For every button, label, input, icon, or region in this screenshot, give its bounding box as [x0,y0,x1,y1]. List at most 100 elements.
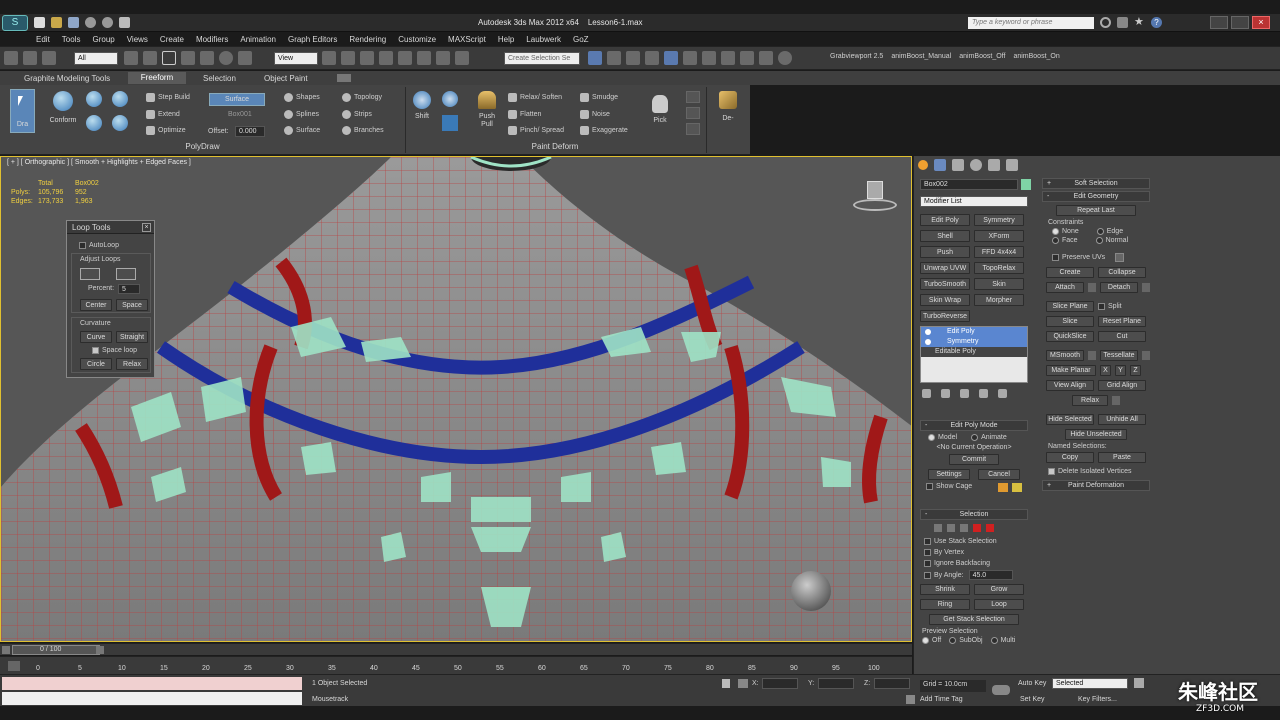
add-time-tag-button[interactable]: Add Time Tag [920,696,986,703]
menu-laubwerk[interactable]: Laubwerk [520,35,567,44]
menu-rendering[interactable]: Rendering [343,35,392,44]
edit-named-selection-icon[interactable] [455,51,469,65]
adjust-loops-icon-right[interactable] [116,268,136,280]
select-by-name-icon[interactable] [143,51,157,65]
preserve-uvs-checkbox[interactable]: Preserve UVs [1052,254,1105,261]
attach-settings-icon[interactable] [1088,283,1096,292]
show-end-result-icon[interactable] [941,389,950,398]
copy-button[interactable]: Copy [1046,452,1094,463]
ignore-backfacing-checkbox[interactable]: Ignore Backfacing [924,560,1028,567]
use-stack-selection-checkbox[interactable]: Use Stack Selection [924,538,1028,545]
viewport-label[interactable]: [ + ] [ Orthographic ] [ Smooth + Highli… [7,159,191,166]
modifier-turboreverse-button[interactable]: TurboReverse [920,310,970,322]
surface-button[interactable]: Surface [284,126,320,135]
menu-create[interactable]: Create [154,35,190,44]
select-manipulate-icon[interactable] [341,51,355,65]
polydraw-group-label[interactable]: PolyDraw [0,142,405,151]
constraint-normal-radio[interactable]: Normal [1095,237,1128,244]
polydraw-shape-icon-4[interactable] [112,115,128,131]
straight-button[interactable]: Straight [116,331,148,343]
menu-modifiers[interactable]: Modifiers [190,35,234,44]
save-file-icon[interactable] [68,17,79,28]
by-vertex-checkbox[interactable]: By Vertex [924,549,1028,556]
edit-poly-mode-rollout[interactable]: - Edit Poly Mode [920,420,1028,431]
revert-icon-3[interactable] [686,123,700,135]
cancel-button[interactable]: Cancel [978,469,1020,480]
planar-y-button[interactable]: Y [1115,365,1126,376]
modifier-unwrap-uvw-button[interactable]: Unwrap UVW [920,262,970,274]
relax-soften-button[interactable]: Relax/ Soften [508,93,562,102]
constraint-none-radio[interactable]: None [1052,228,1079,235]
tab-freeform[interactable]: Freeform [128,72,186,84]
tessellate-settings-icon[interactable] [1142,351,1150,360]
unlink-icon[interactable] [23,51,37,65]
menu-help[interactable]: Help [492,35,520,44]
hide-selected-button[interactable]: Hide Selected [1046,414,1094,425]
settings-button[interactable]: Settings [928,469,970,480]
render-production-icon[interactable] [759,51,773,65]
model-radio[interactable]: Model [928,434,957,441]
get-stack-selection-button[interactable]: Get Stack Selection [929,614,1019,625]
curve-editor-icon[interactable] [664,51,678,65]
edit-geometry-rollout[interactable]: - Edit Geometry [1042,191,1150,202]
relax-settings-icon[interactable] [1112,396,1120,405]
set-key-button[interactable]: Set Key [1020,696,1045,703]
remove-modifier-icon[interactable] [979,389,988,398]
material-editor-icon[interactable] [702,51,716,65]
pick-tool[interactable]: Pick [648,95,672,135]
maxscript-listener-field[interactable] [2,677,302,690]
bind-space-warp-icon[interactable] [42,51,56,65]
offset-field[interactable]: 0.000 [235,126,265,137]
step-build-button[interactable]: Step Build [146,93,190,102]
repeat-last-button[interactable]: Repeat Last [1056,205,1136,216]
modifier-symmetry-button[interactable]: Symmetry [974,214,1024,226]
snaps-toggle-icon[interactable] [379,51,393,65]
angle-field[interactable]: 45.0 [968,570,1013,580]
search-icon[interactable] [1100,17,1111,28]
align-icon[interactable] [607,51,621,65]
new-file-icon[interactable] [34,17,45,28]
adjust-loops-icon-left[interactable] [80,268,100,280]
loop-tools-close-icon[interactable]: × [142,223,151,232]
stack-item-edit-poly[interactable]: Edit Poly [921,327,1027,337]
percent-field[interactable]: 5 [118,284,140,294]
collapse-button[interactable]: Collapse [1098,267,1146,278]
commit-button[interactable]: Commit [949,454,999,465]
modifier-xform-button[interactable]: XForm [974,230,1024,242]
make-unique-icon[interactable] [960,389,969,398]
flatten-button[interactable]: Flatten [508,110,541,119]
time-slider-prev-icon[interactable] [2,646,10,654]
pinch-spread-button[interactable]: Pinch/ Spread [508,126,564,135]
polydraw-shape-icon-3[interactable] [86,115,102,131]
space-loop-checkbox[interactable]: Space loop [92,347,137,354]
ribbon-options-icon[interactable] [337,74,351,82]
auto-key-button[interactable]: Auto Key [1018,680,1046,687]
help-icon[interactable]: ? [1151,17,1162,28]
msmooth-settings-icon[interactable] [1088,351,1096,360]
surface-pick-button[interactable]: Surface [209,93,265,106]
constraint-face-radio[interactable]: Face [1052,237,1078,244]
extend-button[interactable]: Extend [146,110,180,119]
open-file-icon[interactable] [51,17,62,28]
planar-z-button[interactable]: Z [1130,365,1141,376]
light-bulb-icon[interactable] [925,339,931,345]
communication-center-icon[interactable] [1117,17,1128,28]
object-color-swatch[interactable] [1021,179,1031,190]
view-align-button[interactable]: View Align [1046,380,1094,391]
x-coord-field[interactable] [762,678,798,689]
track-bar-icon[interactable] [8,661,20,671]
reference-coord-dropdown[interactable]: View [274,52,318,65]
animboost-off-button[interactable]: animBoost_Off [959,53,1005,60]
modifier-skin-button[interactable]: Skin [974,278,1024,290]
autoloop-checkbox[interactable]: AutoLoop [79,242,119,249]
strips-button[interactable]: Strips [342,110,372,119]
menu-edit[interactable]: Edit [30,35,56,44]
time-slider[interactable]: 0 / 100 [0,643,912,655]
pin-stack-icon[interactable] [922,389,931,398]
menu-customize[interactable]: Customize [392,35,442,44]
tab-selection[interactable]: Selection [203,74,236,83]
pivot-center-icon[interactable] [322,51,336,65]
paste-button[interactable]: Paste [1098,452,1146,463]
layer-manager-icon[interactable] [626,51,640,65]
msmooth-button[interactable]: MSmooth [1046,350,1084,361]
